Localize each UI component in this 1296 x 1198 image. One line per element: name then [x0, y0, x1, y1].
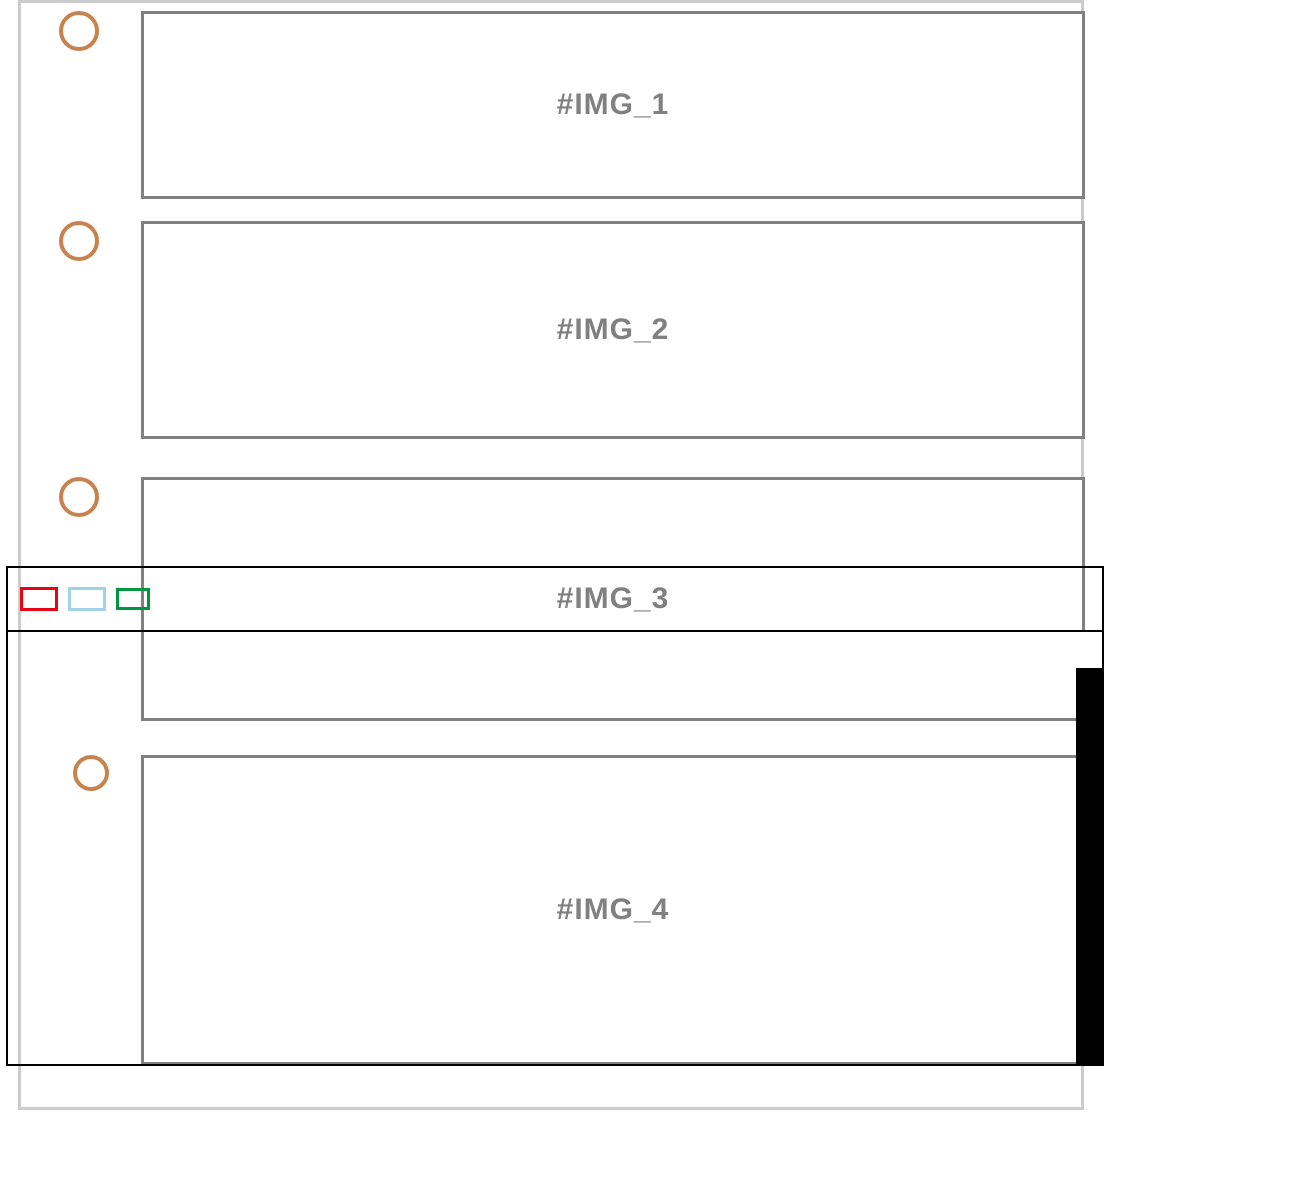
window-close-button[interactable]	[20, 587, 58, 611]
image-placeholder-label: #IMG_2	[557, 313, 670, 347]
image-placeholder-label: #IMG_4	[557, 893, 670, 927]
radio-circle-4[interactable]	[73, 755, 109, 791]
image-placeholder-1[interactable]: #IMG_1	[141, 11, 1085, 199]
image-placeholder-2[interactable]: #IMG_2	[141, 221, 1085, 439]
radio-circle-1[interactable]	[59, 11, 99, 51]
image-placeholder-label: #IMG_1	[557, 88, 670, 122]
window-minimize-button[interactable]	[68, 587, 106, 611]
radio-circle-2[interactable]	[59, 221, 99, 261]
wireframe-container: #IMG_1 #IMG_2 #IMG_3 #IMG_4	[18, 0, 1084, 1110]
overlay-titlebar	[8, 568, 1102, 632]
window-maximize-button[interactable]	[116, 588, 150, 610]
image-placeholder-4[interactable]: #IMG_4	[141, 755, 1085, 1065]
radio-circle-3[interactable]	[59, 477, 99, 517]
